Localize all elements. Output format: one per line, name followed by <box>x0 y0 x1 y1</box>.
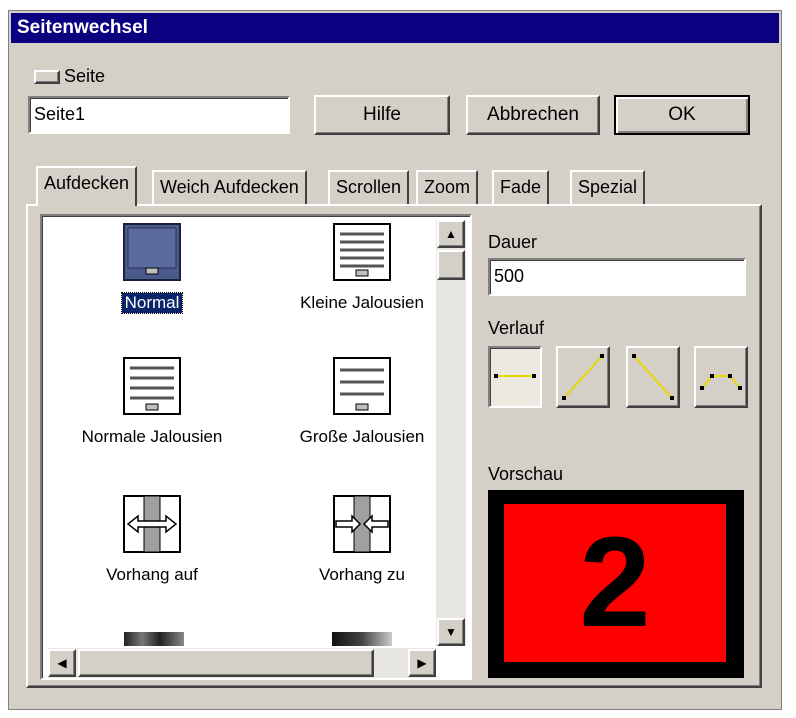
page-toggle-label: Seite <box>64 66 106 86</box>
duration-label: Dauer <box>488 232 538 252</box>
curve-ascending-icon <box>562 354 604 400</box>
tab-weich-aufdecken[interactable]: Weich Aufdecken <box>152 170 307 204</box>
help-button[interactable]: Hilfe <box>314 95 450 135</box>
effect-label: Normale Jalousien <box>81 427 223 446</box>
effect-label: Große Jalousien <box>299 427 425 446</box>
horizontal-scroll-thumb[interactable] <box>78 649 374 677</box>
effect-label: Kleine Jalousien <box>300 293 424 312</box>
curve-descending-button[interactable] <box>626 346 680 408</box>
horizontal-scrollbar[interactable]: ◀ ▶ <box>48 648 436 678</box>
curtain-open-icon <box>123 495 181 553</box>
vertical-scroll-thumb[interactable] <box>437 250 465 280</box>
effect-item-grosse-jalousien[interactable]: Große Jalousien <box>262 356 462 447</box>
preview-page: 2 <box>504 504 726 662</box>
curtain-close-icon <box>333 495 391 553</box>
tab-fade[interactable]: Fade <box>492 170 550 204</box>
curve-ascending-button[interactable] <box>556 346 610 408</box>
blinds-icon <box>333 357 391 415</box>
effect-item-partial-2[interactable] <box>332 632 392 646</box>
scroll-right-button[interactable]: ▶ <box>408 649 436 677</box>
effect-label: Vorhang auf <box>106 565 198 584</box>
preview-label: Vorschau <box>488 464 564 484</box>
scroll-up-button[interactable]: ▲ <box>437 220 465 248</box>
vertical-scrollbar[interactable]: ▲ ▼ <box>436 220 466 646</box>
effect-label: Normal <box>120 292 184 314</box>
ok-button[interactable]: OK <box>614 95 750 135</box>
effect-item-normal[interactable]: Normal <box>52 222 252 314</box>
cancel-button[interactable]: Abbrechen <box>466 95 600 135</box>
scroll-down-button[interactable]: ▼ <box>437 618 465 646</box>
curve-arc-button[interactable] <box>694 346 748 408</box>
curve-flat-icon <box>494 374 536 378</box>
blinds-icon <box>123 357 181 415</box>
normal-icon <box>123 223 181 281</box>
curve-arc-icon <box>700 374 742 390</box>
tab-aufdecken[interactable]: Aufdecken <box>36 166 138 206</box>
duration-input[interactable]: 500 <box>488 258 746 296</box>
blinds-icon <box>333 223 391 281</box>
title-bar: Seitenwechsel <box>11 13 779 43</box>
tab-zoom[interactable]: Zoom <box>416 170 479 204</box>
effect-item-partial-1[interactable] <box>124 632 184 646</box>
effect-item-vorhang-zu[interactable]: Vorhang zu <box>262 494 462 585</box>
effect-item-normale-jalousien[interactable]: Normale Jalousien <box>52 356 252 447</box>
curve-descending-icon <box>632 354 674 400</box>
scroll-left-button[interactable]: ◀ <box>48 649 76 677</box>
effect-label: Vorhang zu <box>318 565 405 584</box>
progression-label: Verlauf <box>488 318 545 338</box>
tab-spezial[interactable]: Spezial <box>570 170 646 204</box>
effect-item-kleine-jalousien[interactable]: Kleine Jalousien <box>262 222 462 313</box>
curve-linear-flat-button[interactable] <box>488 346 542 408</box>
page-name-input[interactable]: Seite1 <box>28 96 290 134</box>
effect-item-vorhang-auf[interactable]: Vorhang auf <box>52 494 252 585</box>
page-toggle-box[interactable] <box>34 70 60 84</box>
tab-scrollen[interactable]: Scrollen <box>328 170 410 204</box>
preview-area: 2 <box>488 490 744 678</box>
